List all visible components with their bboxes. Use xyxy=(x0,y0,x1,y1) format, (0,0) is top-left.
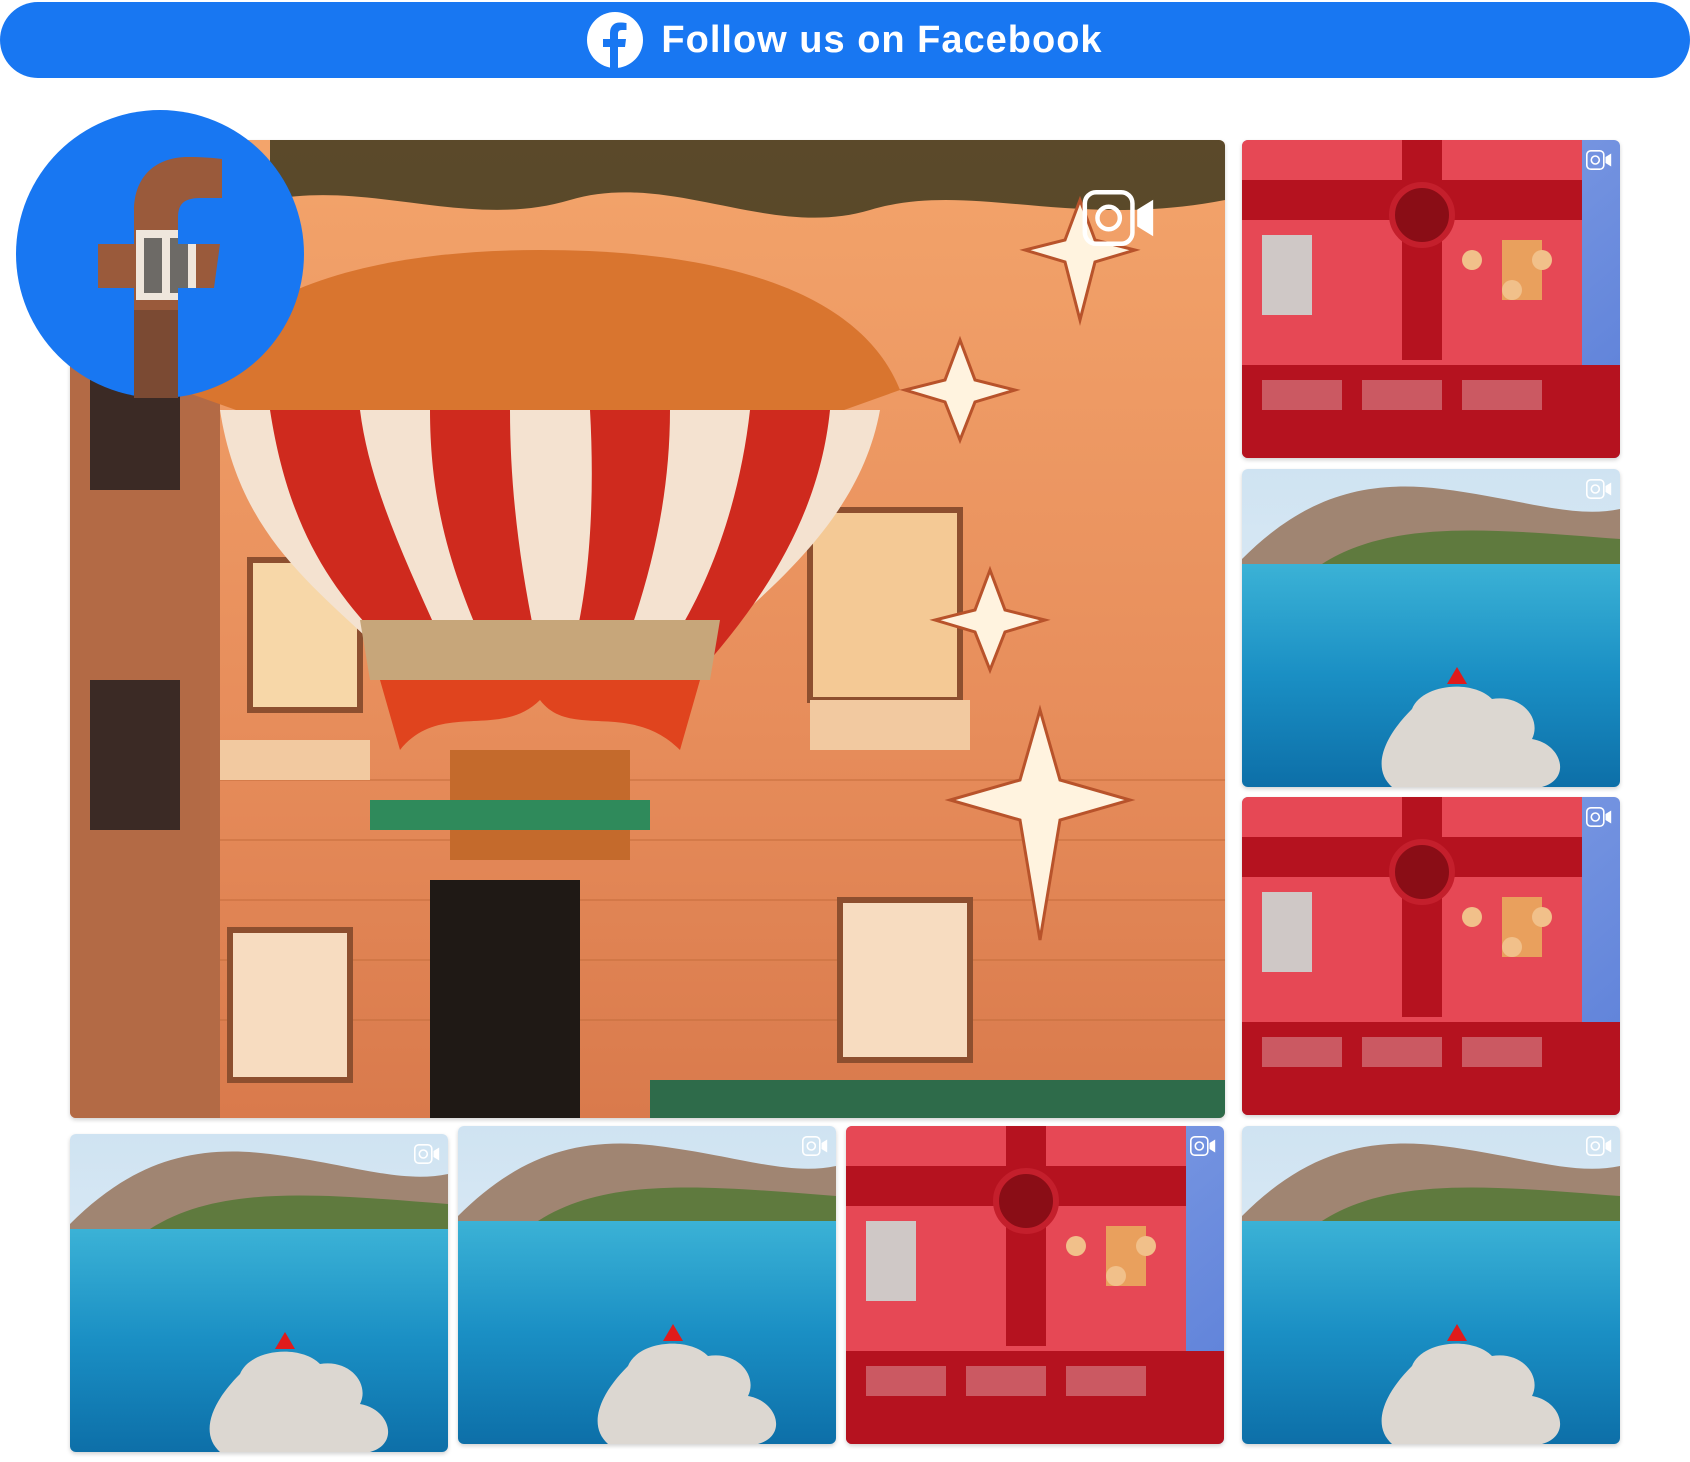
post-image xyxy=(70,1134,448,1452)
facebook-icon xyxy=(587,12,644,68)
post-image xyxy=(1242,140,1620,458)
facebook-badge-icon xyxy=(16,110,304,398)
video-camera-icon xyxy=(1190,1136,1216,1156)
video-camera-icon xyxy=(1586,150,1612,170)
follow-label: Follow us on Facebook xyxy=(661,18,1103,61)
video-camera-icon xyxy=(1586,807,1612,827)
post-image xyxy=(1242,469,1620,787)
feed-post[interactable] xyxy=(70,1134,448,1452)
feed-post[interactable] xyxy=(458,1126,836,1444)
feed-post[interactable] xyxy=(1242,1126,1620,1444)
post-image xyxy=(458,1126,836,1444)
follow-facebook-button[interactable]: Follow us on Facebook xyxy=(0,2,1690,78)
video-camera-icon xyxy=(1586,1136,1612,1156)
post-image xyxy=(846,1126,1224,1444)
feed-post[interactable] xyxy=(1242,797,1620,1115)
feed-post[interactable] xyxy=(846,1126,1224,1444)
post-image xyxy=(1242,1126,1620,1444)
video-camera-icon xyxy=(1082,190,1154,246)
video-camera-icon xyxy=(414,1144,440,1164)
feed-post[interactable] xyxy=(1242,469,1620,787)
video-camera-icon xyxy=(802,1136,828,1156)
post-image xyxy=(1242,797,1620,1115)
video-camera-icon xyxy=(1586,479,1612,499)
feed-post[interactable] xyxy=(1242,140,1620,458)
